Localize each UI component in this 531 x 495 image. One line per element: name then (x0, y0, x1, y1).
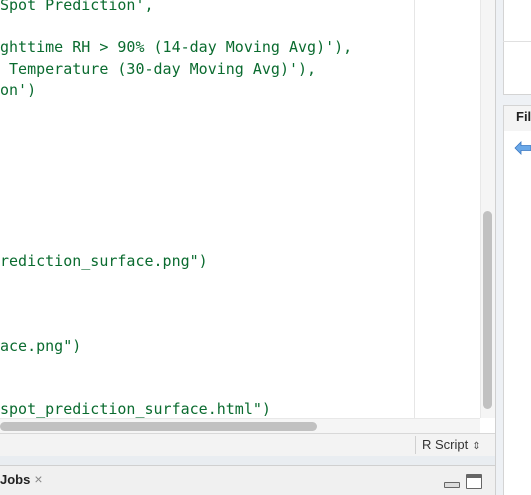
file-type-select[interactable]: R Script ⇕ (422, 436, 481, 454)
status-divider (415, 436, 416, 454)
code-line: ghttime RH > 90% (14-day Moving Avg)'), (0, 38, 353, 56)
bottom-pane-tabbar (0, 465, 495, 495)
files-content (503, 161, 531, 495)
environment-panel (503, 0, 531, 95)
minimize-icon[interactable] (444, 482, 460, 488)
close-icon[interactable]: × (34, 471, 42, 487)
code-line: ace.png") (0, 337, 82, 355)
horizontal-scrollbar-thumb[interactable] (0, 422, 317, 431)
tab-files[interactable]: Fil (516, 109, 531, 124)
editor-status-bar (0, 433, 495, 456)
vertical-scrollbar-thumb[interactable] (483, 211, 492, 409)
margin-guide (414, 0, 415, 433)
code-line: Temperature (30-day Moving Avg)'), (0, 60, 317, 78)
tab-jobs-label: Jobs (0, 472, 31, 487)
source-editor[interactable]: Spot Prediction', ghttime RH > 90% (14-d… (0, 0, 495, 433)
updown-arrows-icon: ⇕ (472, 441, 481, 452)
panel-divider (503, 41, 531, 42)
file-type-label: R Script (422, 437, 469, 452)
code-line: spot_prediction_surface.html") (0, 400, 271, 418)
pane-splitter[interactable] (0, 456, 495, 465)
code-line: on') (0, 81, 37, 99)
back-arrow-icon[interactable] (514, 141, 531, 155)
code-line: Spot Prediction', (0, 0, 154, 14)
code-line: rediction_surface.png") (0, 252, 208, 270)
tab-jobs[interactable]: Jobs × (0, 469, 43, 489)
maximize-icon[interactable] (466, 474, 482, 489)
